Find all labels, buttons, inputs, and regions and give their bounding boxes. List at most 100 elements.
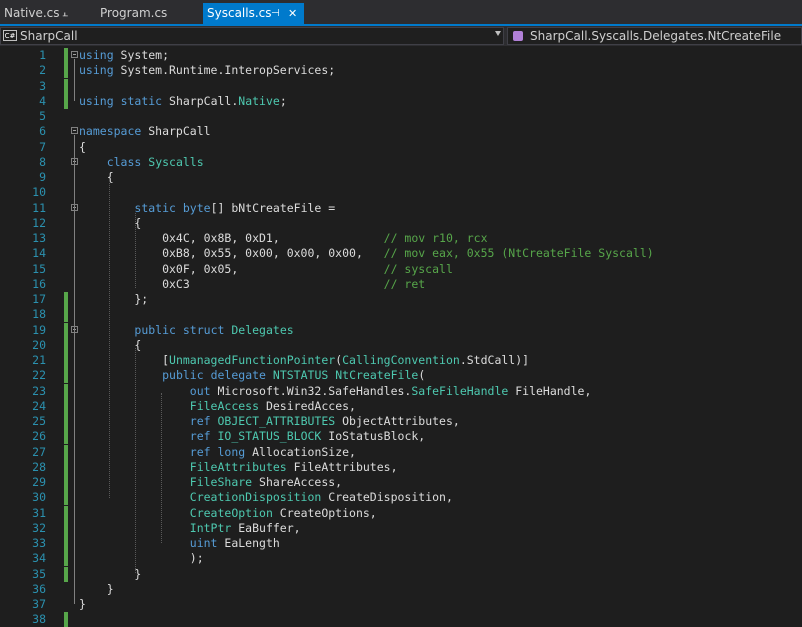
- keyword-token: static: [121, 94, 163, 108]
- navigation-bar: C# SharpCall SharpCall.Syscalls.Delegate…: [0, 26, 802, 46]
- code-line[interactable]: 16 0xC3 // ret: [0, 277, 802, 292]
- code-line[interactable]: 33 uint EaLength: [0, 536, 802, 551]
- pin-icon[interactable]: ⫠: [62, 3, 68, 24]
- csharp-file-icon: C#: [3, 30, 17, 41]
- code-line[interactable]: 30 CreationDisposition CreateDisposition…: [0, 490, 802, 505]
- code-text: class Syscalls: [79, 155, 204, 170]
- type-token: Syscalls: [148, 155, 203, 169]
- code-line[interactable]: 5: [0, 109, 802, 124]
- text-token: System;: [114, 48, 169, 62]
- line-number: 3: [0, 79, 46, 94]
- code-line[interactable]: 35 }: [0, 567, 802, 582]
- tab-label: Native.cs: [4, 6, 60, 20]
- text-token: }: [79, 597, 86, 611]
- code-line[interactable]: 6namespace SharpCall: [0, 124, 802, 139]
- change-marker: [64, 551, 68, 566]
- code-line[interactable]: 24 FileAccess DesiredAcces,: [0, 399, 802, 414]
- code-line[interactable]: 18: [0, 307, 802, 322]
- change-marker: [64, 338, 68, 353]
- line-number: 18: [0, 307, 46, 322]
- change-marker: [64, 490, 68, 505]
- change-marker: [64, 445, 68, 460]
- text-token: {: [79, 140, 86, 154]
- text-token: ;: [280, 94, 287, 108]
- code-line[interactable]: 17 };: [0, 292, 802, 307]
- type-token: CallingConvention: [342, 353, 460, 367]
- text-token: (: [418, 368, 425, 382]
- code-line[interactable]: 7{: [0, 140, 802, 155]
- code-line[interactable]: 38: [0, 612, 802, 627]
- code-line[interactable]: 26 ref IO_STATUS_BLOCK IoStatusBlock,: [0, 429, 802, 444]
- code-text: {: [79, 140, 86, 155]
- code-line[interactable]: 1using System;: [0, 48, 802, 63]
- code-line[interactable]: 22 public delegate NTSTATUS NtCreateFile…: [0, 368, 802, 383]
- code-line[interactable]: 2using System.Runtime.InteropServices;: [0, 63, 802, 78]
- text-token: [114, 94, 121, 108]
- code-line[interactable]: 11 static byte[] bNtCreateFile =: [0, 201, 802, 216]
- keyword-token: out: [190, 384, 211, 398]
- code-line[interactable]: 4using static SharpCall.Native;: [0, 94, 802, 109]
- line-number: 15: [0, 262, 46, 277]
- code-text: }: [79, 582, 114, 597]
- code-line[interactable]: 31 CreateOption CreateOptions,: [0, 506, 802, 521]
- code-text: ref IO_STATUS_BLOCK IoStatusBlock,: [79, 429, 425, 444]
- collapse-icon[interactable]: [71, 51, 78, 58]
- text-token: CreateOptions,: [273, 506, 377, 520]
- text-token: [79, 414, 190, 428]
- tab-label: Syscalls.cs: [207, 6, 272, 20]
- code-editor[interactable]: 1using System;2using System.Runtime.Inte…: [0, 46, 802, 622]
- keyword-token: struct: [183, 323, 225, 337]
- text-token: [79, 323, 134, 337]
- change-marker: [64, 536, 68, 551]
- code-line[interactable]: 21 [UnmanagedFunctionPointer(CallingConv…: [0, 353, 802, 368]
- tab-syscalls-cs[interactable]: Syscalls.cs ⊣ ✕: [203, 3, 304, 24]
- change-marker: [64, 429, 68, 444]
- tab-native-cs[interactable]: Native.cs ⫠: [0, 3, 92, 24]
- code-line[interactable]: 15 0x0F, 0x05, // syscall: [0, 262, 802, 277]
- code-line[interactable]: 25 ref OBJECT_ATTRIBUTES ObjectAttribute…: [0, 414, 802, 429]
- code-line[interactable]: 13 0x4C, 0x8B, 0xD1, // mov r10, rcx: [0, 231, 802, 246]
- document-tab-bar: Native.cs ⫠ Program.cs Syscalls.cs ⊣ ✕: [0, 0, 802, 26]
- code-text: out Microsoft.Win32.SafeHandles.SafeFile…: [79, 384, 591, 399]
- code-text: CreationDisposition CreateDisposition,: [79, 490, 453, 505]
- tab-program-cs[interactable]: Program.cs: [96, 3, 200, 24]
- line-number: 16: [0, 277, 46, 292]
- change-marker: [64, 567, 68, 582]
- comment-token: // mov eax, 0x55 (NtCreateFile Syscall): [384, 246, 654, 260]
- code-line[interactable]: 8 class Syscalls: [0, 155, 802, 170]
- code-line[interactable]: 28 FileAttributes FileAttributes,: [0, 460, 802, 475]
- code-line[interactable]: 37}: [0, 597, 802, 612]
- code-line[interactable]: 29 FileShare ShareAccess,: [0, 475, 802, 490]
- code-text: uint EaLength: [79, 536, 280, 551]
- type-token: UnmanagedFunctionPointer: [169, 353, 335, 367]
- collapse-icon[interactable]: [71, 127, 78, 134]
- code-line[interactable]: 9 {: [0, 170, 802, 185]
- line-number: 28: [0, 460, 46, 475]
- code-line[interactable]: 12 {: [0, 216, 802, 231]
- code-line[interactable]: 10: [0, 185, 802, 200]
- code-line[interactable]: 34 );: [0, 551, 802, 566]
- text-token: SharpCall.: [162, 94, 238, 108]
- code-line[interactable]: 14 0xB8, 0x55, 0x00, 0x00, 0x00, // mov …: [0, 246, 802, 261]
- line-number: 6: [0, 124, 46, 139]
- text-token: [79, 155, 107, 169]
- code-line[interactable]: 3: [0, 79, 802, 94]
- project-dropdown[interactable]: C# SharpCall: [0, 27, 504, 45]
- code-line[interactable]: 32 IntPtr EaBuffer,: [0, 521, 802, 536]
- change-marker: [64, 94, 68, 109]
- code-text: public delegate NTSTATUS NtCreateFile(: [79, 368, 425, 383]
- close-icon[interactable]: ✕: [288, 3, 297, 24]
- change-marker: [64, 292, 68, 307]
- comment-token: // mov r10, rcx: [384, 231, 488, 245]
- text-token: [79, 506, 190, 520]
- code-line[interactable]: 27 ref long AllocationSize,: [0, 445, 802, 460]
- pin-icon[interactable]: ⊣: [271, 3, 280, 24]
- code-line[interactable]: 36 }: [0, 582, 802, 597]
- change-marker: [64, 414, 68, 429]
- code-line[interactable]: 20 {: [0, 338, 802, 353]
- keyword-token: using: [79, 48, 114, 62]
- code-line[interactable]: 23 out Microsoft.Win32.SafeHandles.SafeF…: [0, 384, 802, 399]
- text-token: };: [79, 292, 148, 306]
- code-line[interactable]: 19 public struct Delegates: [0, 323, 802, 338]
- member-dropdown[interactable]: SharpCall.Syscalls.Delegates.NtCreateFil…: [507, 27, 802, 45]
